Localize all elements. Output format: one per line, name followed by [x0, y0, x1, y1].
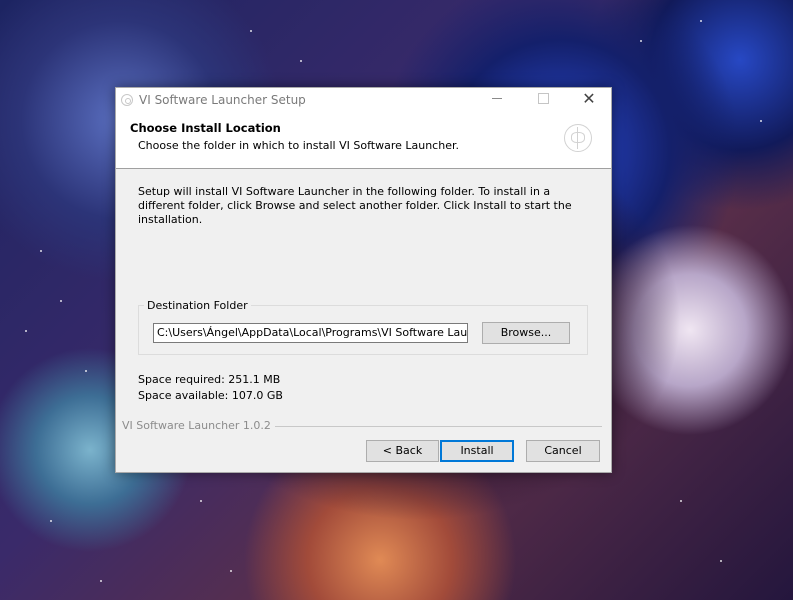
title-bar[interactable]: VI Software Launcher Setup ✕ — [116, 88, 611, 112]
space-required: Space required: 251.1 MB — [138, 373, 281, 386]
destination-folder-legend: Destination Folder — [144, 299, 251, 312]
page-title: Choose Install Location — [130, 121, 281, 135]
page-subtitle: Choose the folder in which to install VI… — [138, 139, 459, 152]
setup-dialog: VI Software Launcher Setup ✕ Choose Inst… — [115, 87, 612, 473]
destination-path-input[interactable]: C:\Users\Ángel\AppData\Local\Programs\VI… — [153, 323, 468, 343]
back-button[interactable]: < Back — [366, 440, 439, 462]
space-available: Space available: 107.0 GB — [138, 389, 283, 402]
minimize-button[interactable] — [474, 88, 520, 112]
installer-logo-icon — [564, 124, 592, 152]
maximize-icon — [537, 93, 549, 104]
app-logo-icon — [121, 94, 133, 106]
close-icon: ✕ — [582, 89, 596, 108]
destination-folder-group: Destination Folder C:\Users\Ángel\AppDat… — [138, 299, 588, 355]
install-button[interactable]: Install — [440, 440, 514, 462]
window-title: VI Software Launcher Setup — [139, 93, 306, 107]
minimize-icon — [492, 98, 502, 99]
browse-button[interactable]: Browse... — [482, 322, 570, 344]
maximize-button — [520, 88, 566, 112]
close-button[interactable]: ✕ — [566, 88, 612, 112]
intro-text: Setup will install VI Software Launcher … — [138, 185, 572, 226]
footer-brand-text: VI Software Launcher 1.0.2 — [122, 419, 275, 432]
cancel-button[interactable]: Cancel — [526, 440, 600, 462]
page-header: Choose Install Location Choose the folde… — [116, 112, 611, 169]
